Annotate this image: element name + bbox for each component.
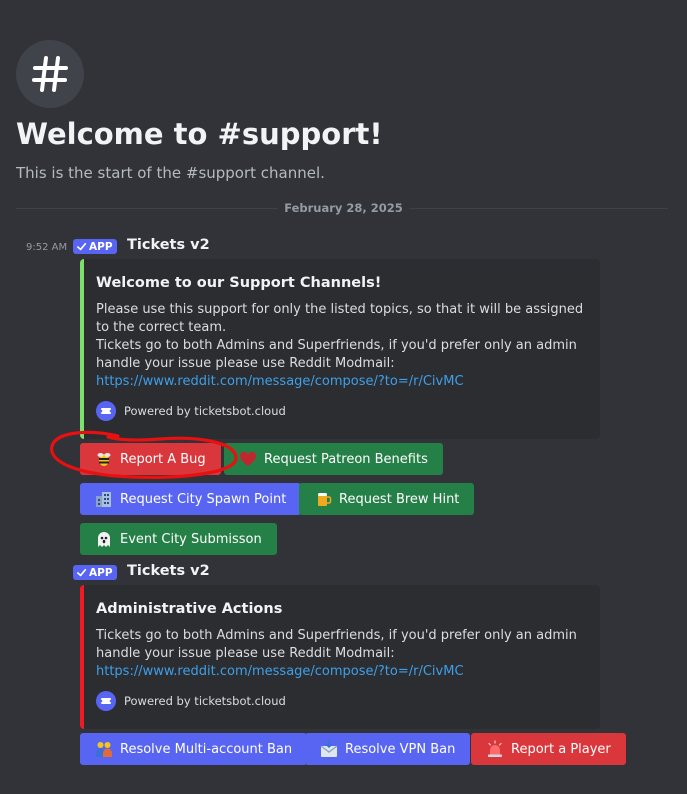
- button-label: Report a Player: [511, 741, 611, 757]
- resolve-vpn-ban-button[interactable]: Resolve VPN Ban: [305, 733, 471, 765]
- button-label: Request Brew Hint: [339, 491, 460, 507]
- app-badge: APP: [73, 565, 117, 580]
- button-label: Request Patreon Benefits: [264, 451, 428, 467]
- ghost-icon: [94, 529, 114, 549]
- button-label: Resolve VPN Ban: [345, 741, 456, 757]
- button-label: Event City Submisson: [120, 531, 262, 547]
- request-city-spawn-button[interactable]: Request City Spawn Point: [80, 483, 302, 515]
- embed-footer: Powered by ticketsbot.cloud: [96, 691, 586, 711]
- message-author[interactable]: Tickets v2: [127, 563, 210, 579]
- admin-actions-embed: Administrative Actions Tickets go to bot…: [80, 585, 600, 729]
- channel-hash-icon: [16, 40, 84, 108]
- embed-text: Please use this support for only the lis…: [96, 302, 584, 335]
- embed-title: Welcome to our Support Channels!: [96, 275, 382, 291]
- embed-footer: Powered by ticketsbot.cloud: [96, 401, 586, 421]
- checkmark-icon: [77, 242, 87, 251]
- welcome-subtitle: This is the start of the #support channe…: [16, 164, 325, 182]
- embed-footer-text: Powered by ticketsbot.cloud: [124, 404, 286, 418]
- embed-description: Please use this support for only the lis…: [96, 301, 586, 391]
- people-icon: [94, 739, 114, 759]
- embed-text: Tickets go to both Admins and Superfrien…: [96, 338, 577, 371]
- app-badge-label: APP: [89, 566, 113, 579]
- app-badge-label: APP: [89, 240, 113, 253]
- report-player-button[interactable]: Report a Player: [471, 733, 626, 765]
- embed-description: Tickets go to both Admins and Superfrien…: [96, 627, 586, 681]
- heart-icon: [238, 449, 258, 469]
- resolve-multi-account-ban-button[interactable]: Resolve Multi-account Ban: [80, 733, 308, 765]
- event-city-submission-button[interactable]: Event City Submisson: [80, 523, 277, 555]
- channel-view: Welcome to #support! This is the start o…: [0, 0, 687, 794]
- request-brew-hint-button[interactable]: Request Brew Hint: [299, 483, 475, 515]
- ticketsbot-icon: [96, 691, 116, 711]
- reddit-modmail-link[interactable]: https://www.reddit.com/message/compose/?…: [96, 664, 464, 679]
- button-label: Request City Spawn Point: [120, 491, 287, 507]
- button-label: Resolve Multi-account Ban: [120, 741, 293, 757]
- embed-title: Administrative Actions: [96, 601, 283, 617]
- message-timestamp[interactable]: 9:52 AM: [26, 242, 67, 253]
- city-icon: [94, 489, 114, 509]
- envelope-icon: [319, 739, 339, 759]
- app-badge: APP: [73, 239, 117, 254]
- bee-icon: [94, 449, 114, 469]
- beer-icon: [313, 489, 333, 509]
- request-patreon-button[interactable]: Request Patreon Benefits: [224, 443, 443, 475]
- embed-text: Tickets go to both Admins and Superfrien…: [96, 628, 577, 661]
- message-author[interactable]: Tickets v2: [127, 237, 210, 253]
- ticketsbot-icon: [96, 401, 116, 421]
- support-embed: Welcome to our Support Channels! Please …: [80, 259, 600, 439]
- button-label: Report A Bug: [120, 451, 206, 467]
- report-bug-button[interactable]: Report A Bug: [80, 443, 221, 475]
- date-divider: February 28, 2025: [0, 201, 687, 215]
- embed-footer-text: Powered by ticketsbot.cloud: [124, 694, 286, 708]
- checkmark-icon: [77, 568, 87, 577]
- reddit-modmail-link[interactable]: https://www.reddit.com/message/compose/?…: [96, 374, 464, 389]
- siren-icon: [485, 739, 505, 759]
- welcome-title: Welcome to #support!: [16, 117, 383, 151]
